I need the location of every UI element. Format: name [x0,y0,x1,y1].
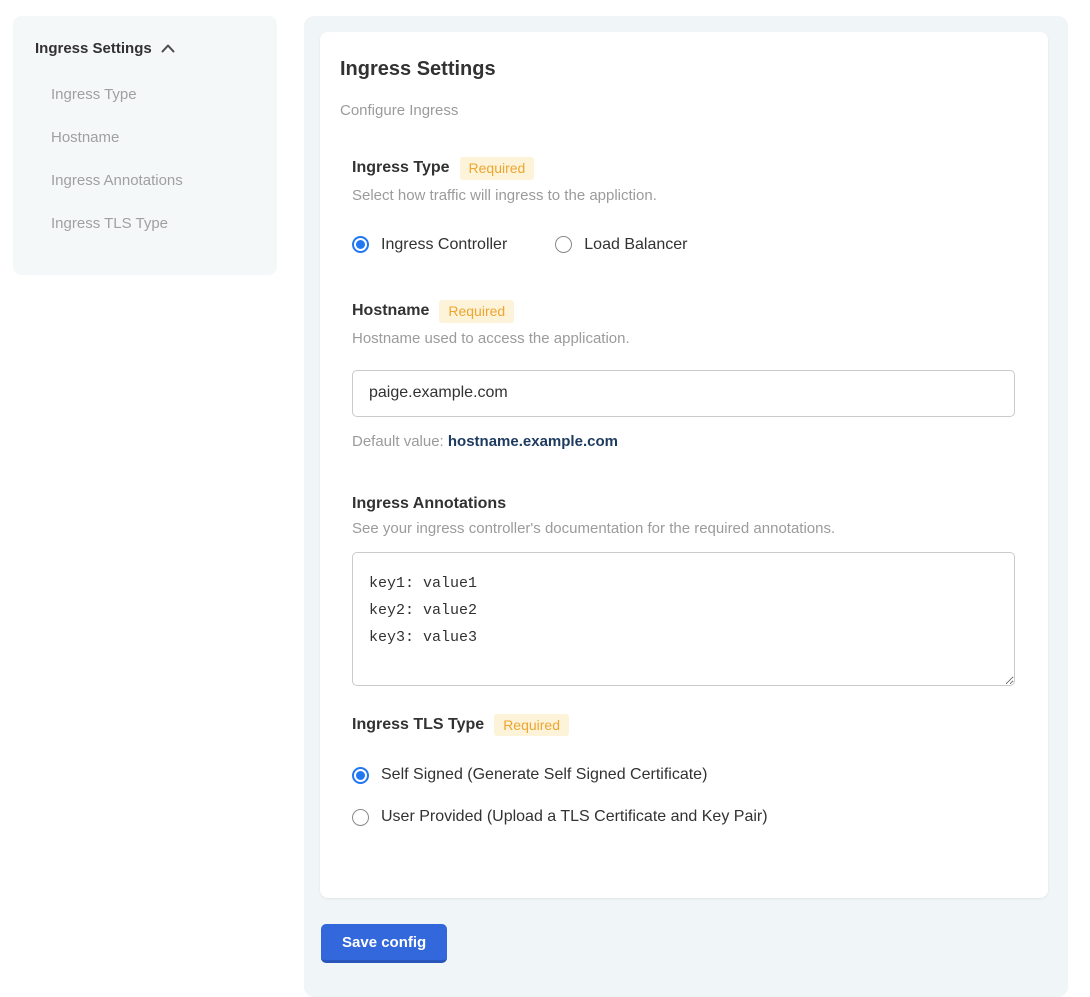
sidebar-item-hostname[interactable]: Hostname [35,116,257,159]
section-help-ingress-annotations: See your ingress controller's documentat… [352,520,1016,537]
ingress-type-options: Ingress Controller Load Balancer [352,236,1016,254]
hostname-default-line: Default value: hostname.example.com [352,433,1016,450]
section-title-ingress-type: Ingress Type [352,159,450,177]
save-config-button[interactable]: Save config [321,924,447,963]
sidebar-item-list: Ingress Type Hostname Ingress Annotation… [35,73,257,245]
sidebar-item-ingress-tls-type[interactable]: Ingress TLS Type [35,202,257,245]
radio-unselected-icon[interactable] [555,236,572,253]
default-value-label: Default value: [352,433,448,450]
radio-ingress-controller[interactable]: Ingress Controller [352,236,507,254]
section-head: Ingress Type Required [352,157,1016,180]
section-title-ingress-annotations: Ingress Annotations [352,495,506,513]
section-title-hostname: Hostname [352,302,429,320]
sidebar-item-ingress-type[interactable]: Ingress Type [35,73,257,116]
page-subtitle: Configure Ingress [340,102,1016,119]
section-hostname: Hostname Required Hostname used to acces… [352,300,1016,450]
section-help-hostname: Hostname used to access the application. [352,330,1016,347]
sidebar-item-ingress-annotations[interactable]: Ingress Annotations [35,159,257,202]
radio-load-balancer[interactable]: Load Balancer [555,236,687,254]
required-badge: Required [460,157,535,180]
page-title: Ingress Settings [340,58,1016,81]
sidebar-group-ingress-settings[interactable]: Ingress Settings [35,40,257,57]
radio-self-signed[interactable]: Self Signed (Generate Self Signed Certif… [352,766,1016,784]
config-panel: Ingress Settings Configure Ingress Ingre… [304,16,1068,997]
radio-label: Ingress Controller [381,236,507,254]
default-value-text: hostname.example.com [448,433,618,450]
required-badge: Required [494,714,569,737]
radio-label: User Provided (Upload a TLS Certificate … [381,808,768,826]
section-ingress-type: Ingress Type Required Select how traffic… [352,157,1016,254]
radio-unselected-icon[interactable] [352,809,369,826]
section-head: Hostname Required [352,300,1016,323]
section-ingress-tls-type: Ingress TLS Type Required Self Signed (G… [352,714,1016,827]
page-layout: Ingress Settings Ingress Type Hostname I… [0,0,1090,997]
radio-selected-icon[interactable] [352,767,369,784]
radio-user-provided[interactable]: User Provided (Upload a TLS Certificate … [352,808,1016,826]
radio-label: Self Signed (Generate Self Signed Certif… [381,766,707,784]
sidebar-group-label: Ingress Settings [35,40,152,57]
ingress-annotations-textarea[interactable]: key1: value1 key2: value2 key3: value3 [352,552,1015,686]
chevron-up-icon [161,44,175,53]
config-card: Ingress Settings Configure Ingress Ingre… [320,32,1048,898]
radio-label: Load Balancer [584,236,687,254]
section-ingress-annotations: Ingress Annotations See your ingress con… [352,495,1016,686]
ingress-tls-options: Self Signed (Generate Self Signed Certif… [352,766,1016,826]
config-sidebar: Ingress Settings Ingress Type Hostname I… [13,16,277,275]
hostname-input[interactable] [352,370,1015,417]
required-badge: Required [439,300,514,323]
section-help-ingress-type: Select how traffic will ingress to the a… [352,187,1016,204]
section-title-ingress-tls-type: Ingress TLS Type [352,716,484,734]
radio-selected-icon[interactable] [352,236,369,253]
section-head: Ingress Annotations [352,495,1016,513]
section-head: Ingress TLS Type Required [352,714,1016,737]
